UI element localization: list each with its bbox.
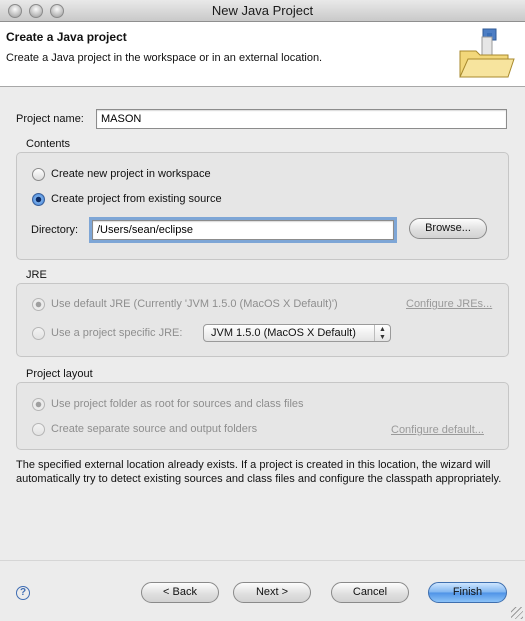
project-folder-root-label[interactable]: Use project folder as root for sources a… (51, 398, 304, 410)
use-specific-jre-radio[interactable] (32, 327, 45, 340)
contents-group-title: Contents (26, 138, 71, 150)
resize-grip-icon[interactable] (511, 607, 523, 619)
jre-select-value: JVM 1.5.0 (MacOS X Default) (211, 327, 356, 339)
separate-folders-radio[interactable] (32, 423, 45, 436)
wizard-title: Create a Java project (6, 30, 127, 44)
next-button[interactable]: Next > (233, 582, 311, 603)
jre-select[interactable]: JVM 1.5.0 (MacOS X Default) ▲ ▼ (203, 324, 391, 342)
use-default-jre-label[interactable]: Use default JRE (Currently 'JVM 1.5.0 (M… (51, 298, 338, 310)
configure-jres-link[interactable]: Configure JREs... (406, 298, 492, 310)
cancel-button[interactable]: Cancel (331, 582, 409, 603)
new-java-project-folder-icon (459, 28, 515, 78)
jre-group (16, 283, 509, 357)
project-name-label: Project name: (16, 113, 84, 125)
window-titlebar[interactable]: New Java Project (0, 0, 525, 22)
create-new-project-label[interactable]: Create new project in workspace (51, 168, 211, 180)
create-new-project-radio[interactable] (32, 168, 45, 181)
window-title: New Java Project (211, 3, 314, 18)
use-specific-jre-label[interactable]: Use a project specific JRE: (51, 327, 182, 339)
select-arrows-icon: ▲ ▼ (374, 325, 390, 341)
finish-button[interactable]: Finish (428, 582, 507, 603)
configure-default-link[interactable]: Configure default... (391, 424, 484, 436)
back-button[interactable]: < Back (141, 582, 219, 603)
project-name-input[interactable] (96, 109, 507, 129)
create-from-existing-label[interactable]: Create project from existing source (51, 193, 222, 205)
help-icon[interactable]: ? (16, 586, 30, 600)
create-from-existing-radio[interactable] (32, 193, 45, 206)
jre-group-title: JRE (26, 269, 47, 281)
project-folder-root-radio[interactable] (32, 398, 45, 411)
browse-button[interactable]: Browse... (409, 218, 487, 239)
project-layout-group (16, 382, 509, 450)
wizard-description: Create a Java project in the workspace o… (6, 52, 323, 64)
button-bar-divider (0, 560, 525, 561)
separate-folders-label[interactable]: Create separate source and output folder… (51, 423, 257, 435)
info-message: The specified external location already … (16, 459, 502, 485)
use-default-jre-radio[interactable] (32, 298, 45, 311)
project-layout-group-title: Project layout (26, 368, 93, 380)
directory-label: Directory: (31, 224, 79, 236)
wizard-header: Create a Java project Create a Java proj… (0, 22, 525, 87)
directory-input[interactable] (89, 217, 397, 243)
